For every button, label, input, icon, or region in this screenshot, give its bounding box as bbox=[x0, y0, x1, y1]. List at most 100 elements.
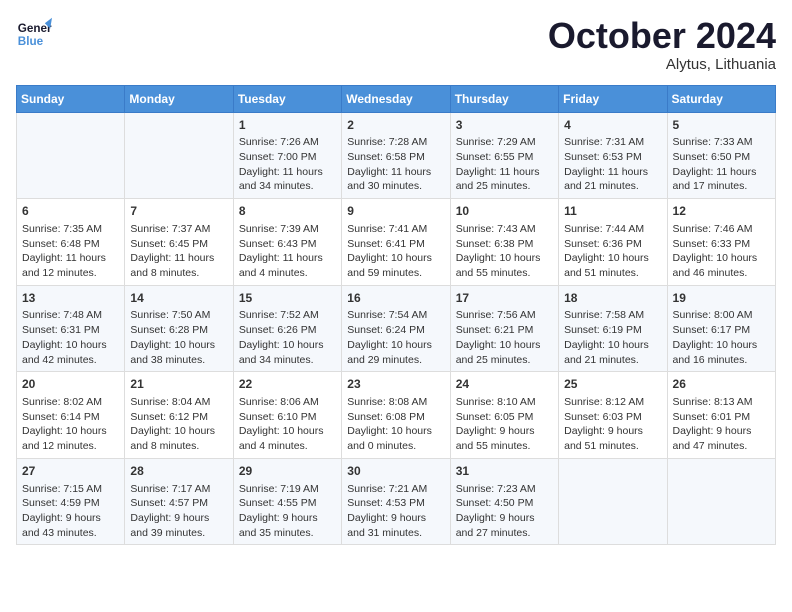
day-number: 30 bbox=[347, 463, 444, 480]
calendar-cell bbox=[559, 458, 667, 545]
day-number: 7 bbox=[130, 203, 227, 220]
cell-content: Sunrise: 7:52 AM Sunset: 6:26 PM Dayligh… bbox=[239, 308, 336, 367]
month-title: October 2024 bbox=[548, 16, 776, 56]
calendar-table: SundayMondayTuesdayWednesdayThursdayFrid… bbox=[16, 85, 776, 546]
calendar-cell: 7 Sunrise: 7:37 AM Sunset: 6:45 PM Daylig… bbox=[125, 199, 233, 286]
cell-content: Sunrise: 7:31 AM Sunset: 6:53 PM Dayligh… bbox=[564, 135, 661, 194]
calendar-cell: 23 Sunrise: 8:08 AM Sunset: 6:08 PM Dayli… bbox=[342, 372, 450, 459]
day-header-friday: Friday bbox=[559, 85, 667, 112]
calendar-cell: 24 Sunrise: 8:10 AM Sunset: 6:05 PM Dayli… bbox=[450, 372, 558, 459]
cell-content: Sunrise: 8:00 AM Sunset: 6:17 PM Dayligh… bbox=[673, 308, 770, 367]
day-header-saturday: Saturday bbox=[667, 85, 775, 112]
day-number: 10 bbox=[456, 203, 553, 220]
cell-content: Sunrise: 8:12 AM Sunset: 6:03 PM Dayligh… bbox=[564, 395, 661, 454]
page-header: General Blue October 2024 Alytus, Lithua… bbox=[16, 16, 776, 73]
day-number: 21 bbox=[130, 376, 227, 393]
calendar-cell: 11 Sunrise: 7:44 AM Sunset: 6:36 PM Dayli… bbox=[559, 199, 667, 286]
calendar-cell: 28 Sunrise: 7:17 AM Sunset: 4:57 PM Dayli… bbox=[125, 458, 233, 545]
day-number: 17 bbox=[456, 290, 553, 307]
day-number: 8 bbox=[239, 203, 336, 220]
cell-content: Sunrise: 7:54 AM Sunset: 6:24 PM Dayligh… bbox=[347, 308, 444, 367]
cell-content: Sunrise: 8:13 AM Sunset: 6:01 PM Dayligh… bbox=[673, 395, 770, 454]
calendar-cell: 16Sunrise: 7:54 AM Sunset: 6:24 PM Dayli… bbox=[342, 285, 450, 372]
calendar-cell: 8 Sunrise: 7:39 AM Sunset: 6:43 PM Daylig… bbox=[233, 199, 341, 286]
day-number: 5 bbox=[673, 117, 770, 134]
calendar-cell: 13Sunrise: 7:48 AM Sunset: 6:31 PM Dayli… bbox=[17, 285, 125, 372]
calendar-cell: 27Sunrise: 7:15 AM Sunset: 4:59 PM Dayli… bbox=[17, 458, 125, 545]
calendar-cell bbox=[667, 458, 775, 545]
calendar-cell: 17Sunrise: 7:56 AM Sunset: 6:21 PM Dayli… bbox=[450, 285, 558, 372]
cell-content: Sunrise: 7:41 AM Sunset: 6:41 PM Dayligh… bbox=[347, 222, 444, 281]
cell-content: Sunrise: 8:02 AM Sunset: 6:14 PM Dayligh… bbox=[22, 395, 119, 454]
calendar-cell: 15Sunrise: 7:52 AM Sunset: 6:26 PM Dayli… bbox=[233, 285, 341, 372]
day-header-sunday: Sunday bbox=[17, 85, 125, 112]
cell-content: Sunrise: 7:21 AM Sunset: 4:53 PM Dayligh… bbox=[347, 482, 444, 541]
cell-content: Sunrise: 8:04 AM Sunset: 6:12 PM Dayligh… bbox=[130, 395, 227, 454]
cell-content: Sunrise: 7:29 AM Sunset: 6:55 PM Dayligh… bbox=[456, 135, 553, 194]
days-header-row: SundayMondayTuesdayWednesdayThursdayFrid… bbox=[17, 85, 776, 112]
cell-content: Sunrise: 7:43 AM Sunset: 6:38 PM Dayligh… bbox=[456, 222, 553, 281]
cell-content: Sunrise: 7:46 AM Sunset: 6:33 PM Dayligh… bbox=[673, 222, 770, 281]
day-number: 24 bbox=[456, 376, 553, 393]
cell-content: Sunrise: 7:19 AM Sunset: 4:55 PM Dayligh… bbox=[239, 482, 336, 541]
week-row-5: 27Sunrise: 7:15 AM Sunset: 4:59 PM Dayli… bbox=[17, 458, 776, 545]
calendar-cell: 31 Sunrise: 7:23 AM Sunset: 4:50 PM Dayli… bbox=[450, 458, 558, 545]
cell-content: Sunrise: 8:08 AM Sunset: 6:08 PM Dayligh… bbox=[347, 395, 444, 454]
cell-content: Sunrise: 7:56 AM Sunset: 6:21 PM Dayligh… bbox=[456, 308, 553, 367]
location: Alytus, Lithuania bbox=[548, 56, 776, 73]
calendar-cell: 29 Sunrise: 7:19 AM Sunset: 4:55 PM Dayli… bbox=[233, 458, 341, 545]
cell-content: Sunrise: 7:48 AM Sunset: 6:31 PM Dayligh… bbox=[22, 308, 119, 367]
cell-content: Sunrise: 7:26 AM Sunset: 7:00 PM Dayligh… bbox=[239, 135, 336, 194]
week-row-1: 1Sunrise: 7:26 AM Sunset: 7:00 PM Daylig… bbox=[17, 112, 776, 199]
day-number: 3 bbox=[456, 117, 553, 134]
cell-content: Sunrise: 7:35 AM Sunset: 6:48 PM Dayligh… bbox=[22, 222, 119, 281]
day-number: 26 bbox=[673, 376, 770, 393]
cell-content: Sunrise: 7:39 AM Sunset: 6:43 PM Dayligh… bbox=[239, 222, 336, 281]
calendar-cell: 5Sunrise: 7:33 AM Sunset: 6:50 PM Daylig… bbox=[667, 112, 775, 199]
day-number: 29 bbox=[239, 463, 336, 480]
day-number: 31 bbox=[456, 463, 553, 480]
cell-content: Sunrise: 8:06 AM Sunset: 6:10 PM Dayligh… bbox=[239, 395, 336, 454]
cell-content: Sunrise: 8:10 AM Sunset: 6:05 PM Dayligh… bbox=[456, 395, 553, 454]
calendar-cell: 25Sunrise: 8:12 AM Sunset: 6:03 PM Dayli… bbox=[559, 372, 667, 459]
day-header-monday: Monday bbox=[125, 85, 233, 112]
day-number: 20 bbox=[22, 376, 119, 393]
day-number: 15 bbox=[239, 290, 336, 307]
calendar-cell bbox=[17, 112, 125, 199]
cell-content: Sunrise: 7:37 AM Sunset: 6:45 PM Dayligh… bbox=[130, 222, 227, 281]
day-number: 2 bbox=[347, 117, 444, 134]
calendar-cell: 30 Sunrise: 7:21 AM Sunset: 4:53 PM Dayli… bbox=[342, 458, 450, 545]
calendar-cell: 2Sunrise: 7:28 AM Sunset: 6:58 PM Daylig… bbox=[342, 112, 450, 199]
calendar-cell: 6Sunrise: 7:35 AM Sunset: 6:48 PM Daylig… bbox=[17, 199, 125, 286]
title-block: October 2024 Alytus, Lithuania bbox=[548, 16, 776, 73]
day-number: 23 bbox=[347, 376, 444, 393]
day-number: 11 bbox=[564, 203, 661, 220]
day-number: 9 bbox=[347, 203, 444, 220]
day-number: 28 bbox=[130, 463, 227, 480]
cell-content: Sunrise: 7:58 AM Sunset: 6:19 PM Dayligh… bbox=[564, 308, 661, 367]
cell-content: Sunrise: 7:44 AM Sunset: 6:36 PM Dayligh… bbox=[564, 222, 661, 281]
week-row-2: 6Sunrise: 7:35 AM Sunset: 6:48 PM Daylig… bbox=[17, 199, 776, 286]
day-header-wednesday: Wednesday bbox=[342, 85, 450, 112]
calendar-cell: 4Sunrise: 7:31 AM Sunset: 6:53 PM Daylig… bbox=[559, 112, 667, 199]
calendar-cell: 21 Sunrise: 8:04 AM Sunset: 6:12 PM Dayli… bbox=[125, 372, 233, 459]
cell-content: Sunrise: 7:28 AM Sunset: 6:58 PM Dayligh… bbox=[347, 135, 444, 194]
week-row-3: 13Sunrise: 7:48 AM Sunset: 6:31 PM Dayli… bbox=[17, 285, 776, 372]
calendar-cell: 20 Sunrise: 8:02 AM Sunset: 6:14 PM Dayli… bbox=[17, 372, 125, 459]
day-number: 19 bbox=[673, 290, 770, 307]
calendar-cell: 22Sunrise: 8:06 AM Sunset: 6:10 PM Dayli… bbox=[233, 372, 341, 459]
day-number: 13 bbox=[22, 290, 119, 307]
calendar-cell: 14Sunrise: 7:50 AM Sunset: 6:28 PM Dayli… bbox=[125, 285, 233, 372]
svg-text:Blue: Blue bbox=[18, 35, 44, 48]
day-number: 1 bbox=[239, 117, 336, 134]
cell-content: Sunrise: 7:23 AM Sunset: 4:50 PM Dayligh… bbox=[456, 482, 553, 541]
cell-content: Sunrise: 7:17 AM Sunset: 4:57 PM Dayligh… bbox=[130, 482, 227, 541]
calendar-cell: 19Sunrise: 8:00 AM Sunset: 6:17 PM Dayli… bbox=[667, 285, 775, 372]
day-number: 27 bbox=[22, 463, 119, 480]
cell-content: Sunrise: 7:50 AM Sunset: 6:28 PM Dayligh… bbox=[130, 308, 227, 367]
week-row-4: 20 Sunrise: 8:02 AM Sunset: 6:14 PM Dayli… bbox=[17, 372, 776, 459]
logo: General Blue bbox=[16, 16, 52, 52]
calendar-cell: 12Sunrise: 7:46 AM Sunset: 6:33 PM Dayli… bbox=[667, 199, 775, 286]
day-number: 16 bbox=[347, 290, 444, 307]
calendar-cell: 10 Sunrise: 7:43 AM Sunset: 6:38 PM Dayli… bbox=[450, 199, 558, 286]
